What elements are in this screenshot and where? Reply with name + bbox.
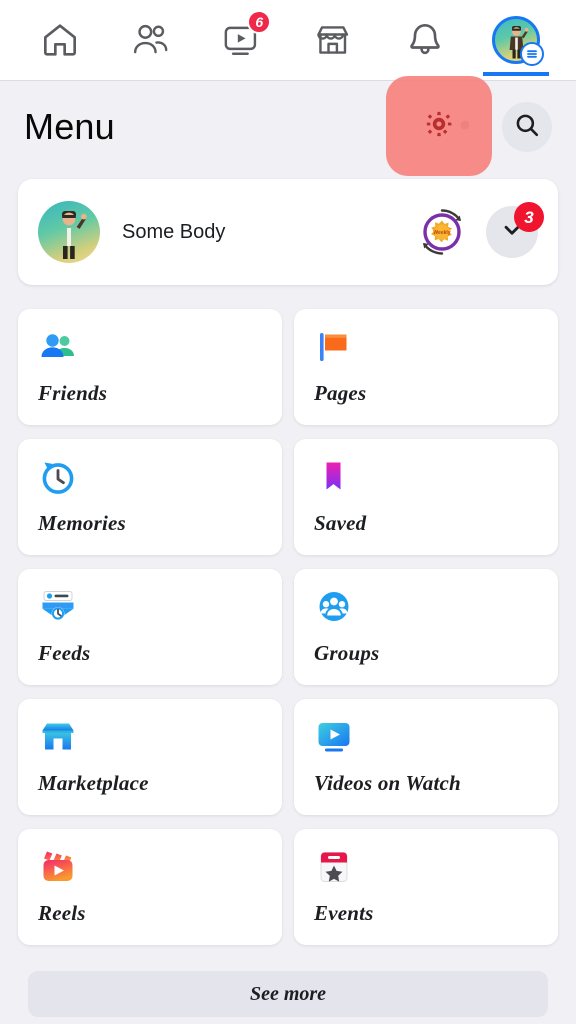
- bookmark-icon: [314, 457, 356, 499]
- clock-history-icon: [38, 457, 80, 499]
- see-more-label: See more: [249, 982, 327, 1005]
- svg-text:Weekly: Weekly: [433, 230, 450, 236]
- watch-badge: 6: [247, 10, 272, 34]
- menu-tile-label: Memories: [38, 511, 126, 535]
- top-navigation-bar: 6: [0, 0, 576, 80]
- profile-expand-control[interactable]: 3: [486, 202, 544, 258]
- menu-tile-marketplace[interactable]: Marketplace: [18, 699, 282, 815]
- nav-item-marketplace[interactable]: [301, 4, 367, 76]
- menu-tile-label: Videos on Watch: [314, 771, 461, 795]
- menu-tile-groups[interactable]: Groups: [294, 569, 558, 685]
- menu-tile-label: Saved: [314, 511, 367, 535]
- menu-tile-reels[interactable]: Reels: [18, 829, 282, 945]
- menu-grid: Friends Pages Memories Saved Feeds Group…: [18, 309, 558, 945]
- nav-item-notifications[interactable]: [392, 4, 458, 76]
- menu-tile-friends[interactable]: Friends: [18, 309, 282, 425]
- profile-card[interactable]: Some Body Weekly 3: [18, 179, 558, 285]
- avatar[interactable]: [492, 16, 545, 66]
- profile-name: Some Body: [122, 220, 226, 243]
- profile-actions: Weekly 3: [416, 202, 544, 258]
- see-more-button[interactable]: See more: [28, 971, 548, 1017]
- calendar-star-icon: [314, 847, 356, 889]
- settings-tap-highlight[interactable]: [386, 76, 492, 176]
- clapperboard-icon: [38, 847, 80, 889]
- nav-item-menu[interactable]: [483, 4, 550, 76]
- menu-tile-videos-on-watch[interactable]: Videos on Watch: [294, 699, 558, 815]
- hamburger-menu-badge-icon: [520, 42, 545, 66]
- search-button[interactable]: [502, 102, 552, 152]
- search-icon: [513, 111, 541, 144]
- menu-tile-saved[interactable]: Saved: [294, 439, 558, 555]
- menu-tile-events[interactable]: Events: [294, 829, 558, 945]
- active-tab-indicator: [483, 72, 550, 76]
- groups-icon: [314, 587, 356, 629]
- bell-icon: [405, 20, 445, 60]
- storefront-icon: [38, 717, 80, 759]
- rotating-star-badge-icon[interactable]: Weekly: [416, 206, 468, 258]
- nav-item-home[interactable]: [27, 4, 93, 76]
- avatar[interactable]: [38, 201, 100, 263]
- menu-tile-feeds[interactable]: Feeds: [18, 569, 282, 685]
- gear-icon-highlighted: [422, 107, 456, 146]
- marketplace-icon: [313, 19, 355, 61]
- nav-item-friends[interactable]: [118, 4, 184, 76]
- home-icon: [40, 20, 80, 60]
- menu-tile-pages[interactable]: Pages: [294, 309, 558, 425]
- menu-tile-label: Events: [314, 901, 374, 925]
- flag-icon: [314, 327, 356, 369]
- friends-icon: [38, 327, 80, 369]
- menu-tile-label: Reels: [38, 901, 86, 925]
- nav-item-watch[interactable]: 6: [209, 4, 275, 76]
- profile-notification-badge: 3: [514, 202, 544, 232]
- menu-tile-memories[interactable]: Memories: [18, 439, 282, 555]
- menu-tile-label: Marketplace: [38, 771, 149, 795]
- page-header: Menu: [0, 76, 576, 176]
- video-monitor-icon: [314, 717, 356, 759]
- menu-tile-label: Feeds: [38, 641, 91, 665]
- menu-tile-label: Groups: [314, 641, 380, 665]
- page-title: Menu: [24, 106, 115, 147]
- feeds-icon: [38, 587, 80, 629]
- menu-tile-label: Friends: [38, 381, 108, 405]
- menu-tile-label: Pages: [314, 381, 367, 405]
- friends-icon: [130, 19, 172, 61]
